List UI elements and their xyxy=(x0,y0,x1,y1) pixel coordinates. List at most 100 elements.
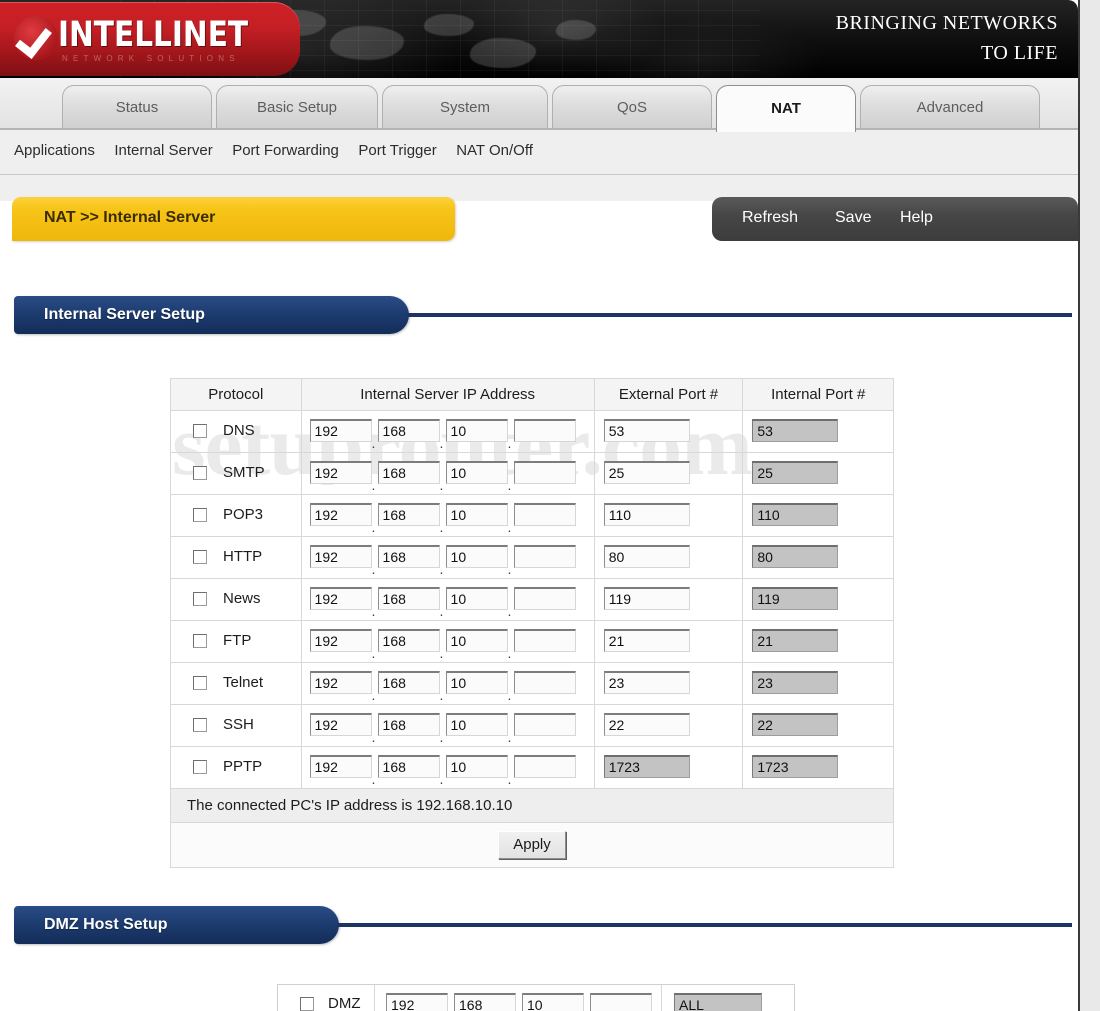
ip-dot: . xyxy=(439,645,444,661)
ip-octet-1[interactable]: 192 xyxy=(309,545,372,568)
ip-octet-4[interactable] xyxy=(513,713,576,736)
enable-checkbox-news[interactable] xyxy=(193,592,207,606)
dmz-ip-octet-2[interactable]: 168 xyxy=(454,993,516,1011)
ip-octet-2[interactable]: 168 xyxy=(377,671,440,694)
enable-checkbox-dns[interactable] xyxy=(193,424,207,438)
dmz-enable-checkbox[interactable] xyxy=(300,997,314,1011)
tab-advanced[interactable]: Advanced xyxy=(860,85,1040,130)
section-rule xyxy=(337,923,1072,927)
tab-system[interactable]: System xyxy=(382,85,548,130)
action-bar: Refresh Save Help xyxy=(712,197,1078,241)
tab-status[interactable]: Status xyxy=(62,85,212,130)
ip-octet-3[interactable]: 10 xyxy=(445,419,508,442)
enable-checkbox-smtp[interactable] xyxy=(193,466,207,480)
subnav-item-internal-server[interactable]: Internal Server xyxy=(114,142,212,159)
refresh-button[interactable]: Refresh xyxy=(742,209,798,227)
ip-octet-2[interactable]: 168 xyxy=(377,503,440,526)
external-port-input[interactable]: 22 xyxy=(603,713,690,736)
ip-octet-3[interactable]: 10 xyxy=(445,713,508,736)
table-note-row: The connected PC's IP address is 192.168… xyxy=(170,788,894,823)
section-rule xyxy=(407,313,1072,317)
tab-nat[interactable]: NAT xyxy=(716,85,856,132)
ip-dot: . xyxy=(371,561,376,577)
ip-octet-4[interactable] xyxy=(513,461,576,484)
external-port-input[interactable]: 119 xyxy=(603,587,690,610)
ip-octet-4[interactable] xyxy=(513,419,576,442)
ip-octet-1[interactable]: 192 xyxy=(309,671,372,694)
ip-octet-4[interactable] xyxy=(513,629,576,652)
save-button[interactable]: Save xyxy=(835,209,871,227)
protocol-label: PPTP xyxy=(223,758,263,775)
ip-octet-1[interactable]: 192 xyxy=(309,503,372,526)
internal-port-input[interactable]: 119 xyxy=(752,587,839,610)
ip-octet-3[interactable]: 10 xyxy=(445,629,508,652)
internal-port-input[interactable]: 1723 xyxy=(752,755,839,778)
external-port-input[interactable]: 53 xyxy=(603,419,690,442)
internal-port-input[interactable]: 22 xyxy=(752,713,839,736)
ip-octet-1[interactable]: 192 xyxy=(309,713,372,736)
external-port-input[interactable]: 80 xyxy=(603,545,690,568)
ip-octet-2[interactable]: 168 xyxy=(377,419,440,442)
ip-octet-2[interactable]: 168 xyxy=(377,587,440,610)
external-port-input[interactable]: 25 xyxy=(603,461,690,484)
ip-octet-3[interactable]: 10 xyxy=(445,545,508,568)
tab-qos[interactable]: QoS xyxy=(552,85,712,130)
dmz-ip-octet-3[interactable]: 10 xyxy=(522,993,584,1011)
brand-logo[interactable]: INTELLINET NETWORK SOLUTIONS xyxy=(0,2,300,76)
ip-octet-2[interactable]: 168 xyxy=(377,713,440,736)
ip-octet-4[interactable] xyxy=(513,755,576,778)
ip-octet-4[interactable] xyxy=(513,671,576,694)
ip-octet-2[interactable]: 168 xyxy=(377,755,440,778)
external-port-input[interactable]: 21 xyxy=(603,629,690,652)
enable-checkbox-ftp[interactable] xyxy=(193,634,207,648)
internal-port-input[interactable]: 23 xyxy=(752,671,839,694)
dmz-ip-octet-4[interactable] xyxy=(590,993,652,1011)
enable-checkbox-telnet[interactable] xyxy=(193,676,207,690)
ip-octet-1[interactable]: 192 xyxy=(309,419,372,442)
ip-octet-3[interactable]: 10 xyxy=(445,503,508,526)
table-row: FTP 192. 168. 10. 21 21 xyxy=(170,620,894,663)
ip-octet-4[interactable] xyxy=(513,587,576,610)
apply-button[interactable]: Apply xyxy=(498,831,566,859)
page-header: INTELLINET NETWORK SOLUTIONS BRINGING NE… xyxy=(0,0,1078,78)
internal-port-input[interactable]: 53 xyxy=(752,419,839,442)
internal-port-input[interactable]: 25 xyxy=(752,461,839,484)
protocol-label: News xyxy=(223,590,261,607)
ip-octet-2[interactable]: 168 xyxy=(377,629,440,652)
ip-octet-3[interactable]: 10 xyxy=(445,755,508,778)
protocol-label: POP3 xyxy=(223,506,264,523)
ip-octet-2[interactable]: 168 xyxy=(377,545,440,568)
dmz-ip-octet-1[interactable]: 192 xyxy=(386,993,448,1011)
ip-octet-2[interactable]: 168 xyxy=(377,461,440,484)
ip-octet-1[interactable]: 192 xyxy=(309,755,372,778)
enable-checkbox-http[interactable] xyxy=(193,550,207,564)
ip-octet-1[interactable]: 192 xyxy=(309,461,372,484)
dmz-protocol-select[interactable]: ALL xyxy=(674,993,762,1011)
ip-octet-3[interactable]: 10 xyxy=(445,587,508,610)
ip-octet-3[interactable]: 10 xyxy=(445,671,508,694)
help-button[interactable]: Help xyxy=(900,209,933,227)
ip-octet-1[interactable]: 192 xyxy=(309,587,372,610)
ip-dot: . xyxy=(439,435,444,451)
ip-octet-3[interactable]: 10 xyxy=(445,461,508,484)
enable-checkbox-pop3[interactable] xyxy=(193,508,207,522)
ip-octet-1[interactable]: 192 xyxy=(309,629,372,652)
ip-octet-4[interactable] xyxy=(513,545,576,568)
tab-basic-setup[interactable]: Basic Setup xyxy=(216,85,378,130)
internal-port-input[interactable]: 110 xyxy=(752,503,839,526)
external-port-input[interactable]: 23 xyxy=(603,671,690,694)
protocol-label: Telnet xyxy=(223,674,264,691)
enable-checkbox-pptp[interactable] xyxy=(193,760,207,774)
subnav-item-applications[interactable]: Applications xyxy=(14,142,95,159)
external-port-input[interactable]: 1723 xyxy=(603,755,690,778)
tagline-line-2: TO LIFE xyxy=(980,42,1058,64)
internal-port-input[interactable]: 80 xyxy=(752,545,839,568)
subnav-item-port-trigger[interactable]: Port Trigger xyxy=(358,142,436,159)
subnav-item-nat-on-off[interactable]: NAT On/Off xyxy=(456,142,533,159)
subnav-item-port-forwarding[interactable]: Port Forwarding xyxy=(232,142,339,159)
ip-octet-4[interactable] xyxy=(513,503,576,526)
internal-port-input[interactable]: 21 xyxy=(752,629,839,652)
enable-checkbox-ssh[interactable] xyxy=(193,718,207,732)
ip-dot: . xyxy=(439,561,444,577)
external-port-input[interactable]: 110 xyxy=(603,503,690,526)
